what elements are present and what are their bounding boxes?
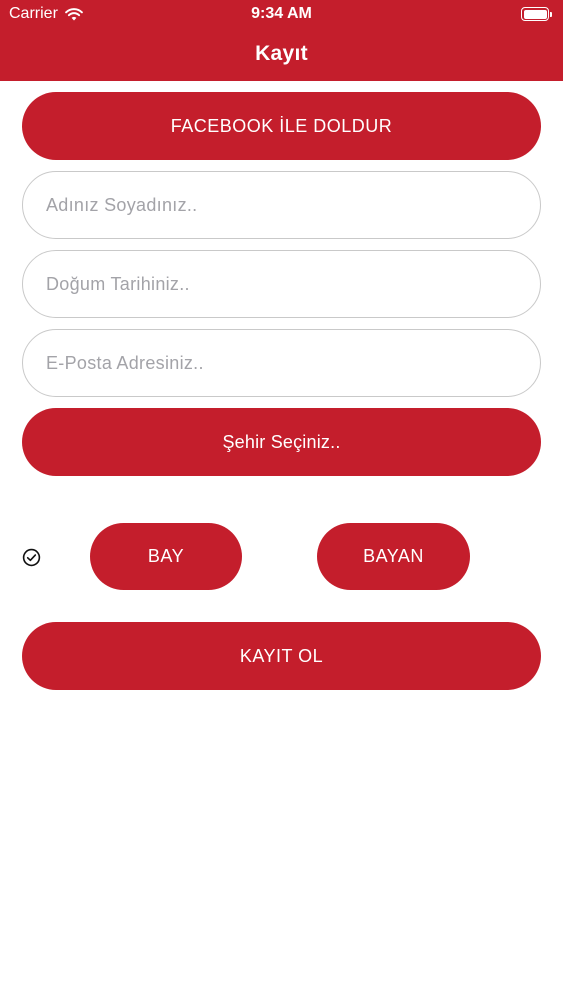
- facebook-fill-button[interactable]: FACEBOOK İLE DOLDUR: [22, 92, 541, 160]
- email-input[interactable]: [22, 329, 541, 397]
- app-header: Carrier 9:34 AM Kayıt: [0, 0, 563, 81]
- page-title: Kayıt: [255, 42, 308, 65]
- battery-icon: [521, 7, 553, 21]
- birthdate-input[interactable]: [22, 250, 541, 318]
- name-input[interactable]: [22, 171, 541, 239]
- check-circle-icon[interactable]: [22, 548, 41, 567]
- status-time: 9:34 AM: [251, 5, 312, 22]
- register-button[interactable]: KAYIT OL: [22, 622, 541, 690]
- status-bar: Carrier 9:34 AM: [0, 0, 563, 28]
- city-select-button[interactable]: Şehir Seçiniz..: [22, 408, 541, 476]
- gender-male-button[interactable]: BAY: [90, 523, 242, 590]
- gender-female-button[interactable]: BAYAN: [317, 523, 470, 590]
